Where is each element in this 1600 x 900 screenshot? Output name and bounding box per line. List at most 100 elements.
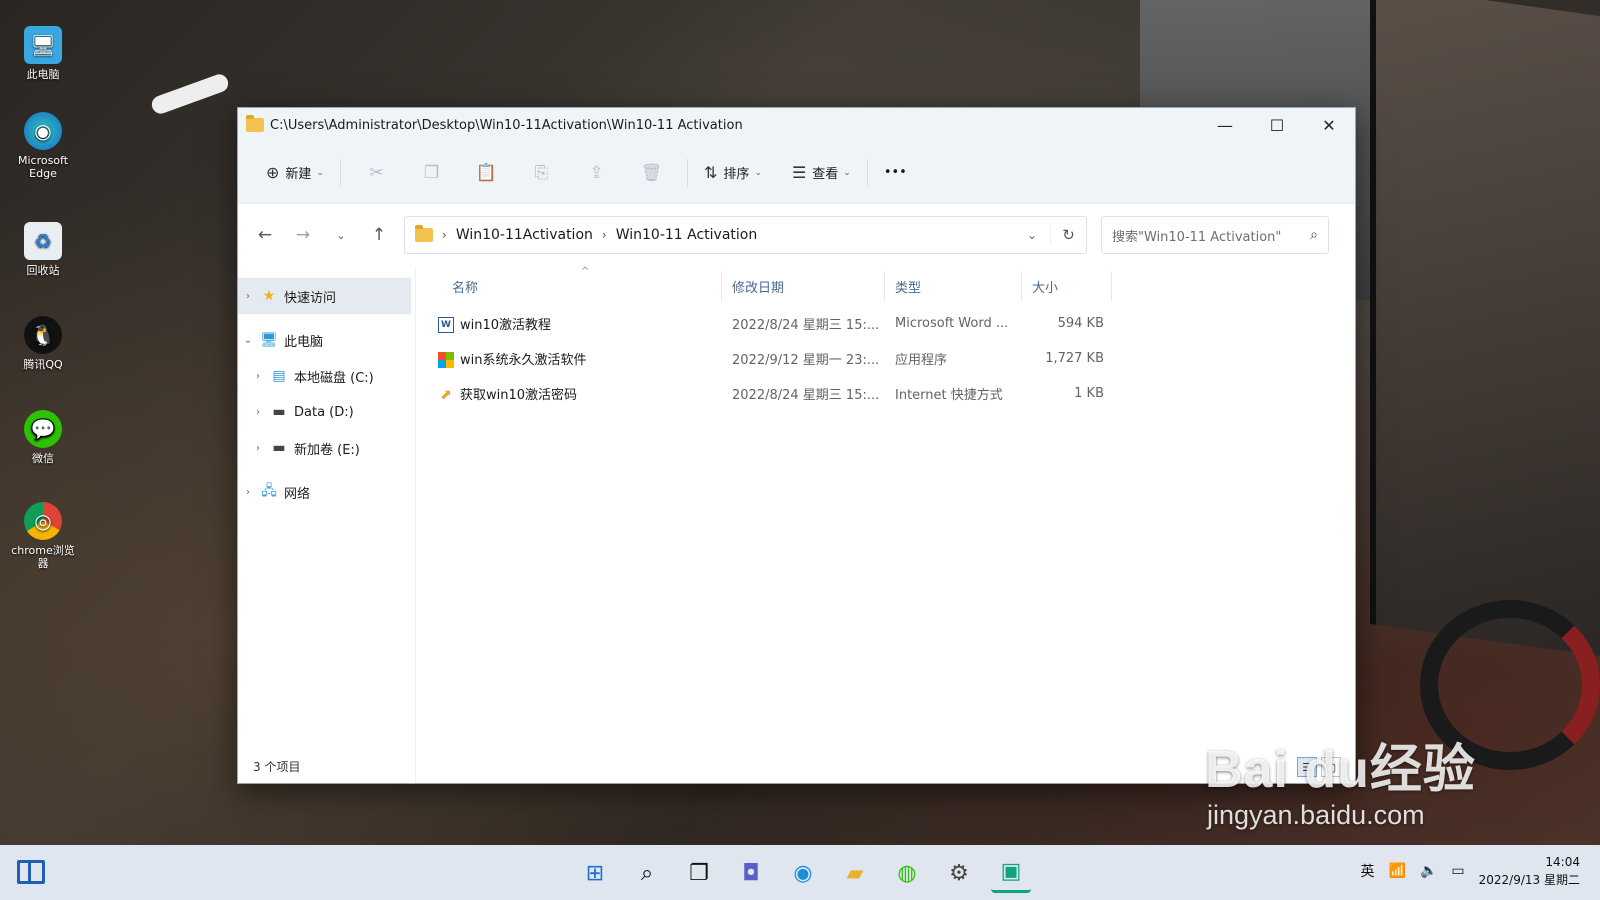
arrow-left-icon: ← xyxy=(257,225,273,245)
desktop-icon-chrome[interactable]: ◎ chrome浏览器 xyxy=(10,502,76,570)
sort-button[interactable]: ⇅ 排序 ⌄ xyxy=(696,156,770,190)
desktop-icon-wechat[interactable]: 💬 微信 xyxy=(10,410,76,465)
tree-item-drive-e[interactable]: › ▬ 新加卷 (E:) xyxy=(238,430,415,466)
column-header-row: ^ 名称 修改日期 类型 大小 xyxy=(416,266,1355,306)
column-header-name[interactable]: 名称 xyxy=(416,271,722,301)
chat-icon[interactable]: ◘ xyxy=(731,853,771,893)
desktop-icon-label: 此电脑 xyxy=(26,68,60,81)
view-label: 查看 xyxy=(812,167,839,182)
file-row[interactable]: ⬈ 获取win10激活密码 2022/8/24 星期三 15:... Intern… xyxy=(416,376,1355,411)
content-area: › ★ 快速访问 ⌄ 🖥 此电脑 › ▤ 本地磁盘 (C:) › ▬ Data … xyxy=(238,266,1355,783)
photos-icon[interactable]: ▣ xyxy=(991,853,1031,893)
new-button[interactable]: ⊕ 新建 ⌄ xyxy=(258,156,332,190)
navigation-bar: ← → ⌄ ↑ › Win10-11Activation › Win10-11 … xyxy=(238,204,1355,266)
file-name-cell: win系统永久激活软件 xyxy=(416,349,722,369)
chevron-down-icon: ⌄ xyxy=(754,167,762,178)
tree-item-label: 新加卷 (E:) xyxy=(294,442,360,458)
column-header-size[interactable]: 大小 xyxy=(1022,271,1112,301)
wifi-icon[interactable]: 📶 xyxy=(1389,863,1406,879)
search-box[interactable]: 搜索"Win10-11 Activation" ⌕ xyxy=(1101,216,1329,254)
settings-icon[interactable]: ⚙ xyxy=(939,853,979,893)
plus-circle-icon: ⊕ xyxy=(266,163,280,182)
command-bar: ⊕ 新建 ⌄ ✂ ❐ 📋 ⎘ ⇪ 🗑 ⇅ 排序 ⌄ ☰ 查看 ⌄ ••• xyxy=(238,142,1355,204)
drive-icon: ▬ xyxy=(272,440,286,456)
tree-item-quick-access[interactable]: › ★ 快速访问 xyxy=(238,278,411,314)
volume-icon[interactable]: 🔈 xyxy=(1420,863,1437,879)
delete-button[interactable]: 🗑 xyxy=(624,163,679,183)
chevron-right-icon: › xyxy=(256,442,260,454)
widgets-icon[interactable] xyxy=(17,860,45,884)
wechat-icon: 💬 xyxy=(24,410,62,448)
search-placeholder: 搜索"Win10-11 Activation" xyxy=(1112,229,1282,245)
tree-item-label: Data (D:) xyxy=(294,404,354,420)
file-size: 594 KB xyxy=(1057,316,1104,331)
search-icon[interactable]: ⌕ xyxy=(627,853,667,893)
more-icon: ••• xyxy=(883,165,907,180)
tree-item-label: 此电脑 xyxy=(284,334,324,350)
chevron-down-icon: ⌄ xyxy=(843,167,851,178)
file-type: Microsoft Word ... xyxy=(895,316,1009,331)
address-bar[interactable]: › Win10-11Activation › Win10-11 Activati… xyxy=(404,216,1087,254)
maximize-button[interactable]: ☐ xyxy=(1251,108,1303,142)
minimize-button[interactable]: — xyxy=(1199,108,1251,142)
paste-button[interactable]: 📋 xyxy=(459,163,514,183)
file-type: 应用程序 xyxy=(895,353,948,368)
breadcrumb-item[interactable]: Win10-11Activation xyxy=(456,227,593,243)
taskbar: ⊞ ⌕ ❐ ◘ ◉ ▰ ◍ ⚙ ▣ 英 📶 🔈 ▭ 14:04 2022/9/1… xyxy=(0,845,1600,900)
rename-icon: ⎘ xyxy=(534,162,549,183)
chrome-icon: ◎ xyxy=(24,502,62,540)
file-size: 1 KB xyxy=(1074,386,1104,401)
close-button[interactable]: ✕ xyxy=(1303,108,1355,142)
file-explorer-icon[interactable]: ▰ xyxy=(835,853,875,893)
recycle-bin-icon: ♻ xyxy=(24,222,62,260)
more-options-button[interactable]: ••• xyxy=(876,156,915,190)
tree-item-this-pc[interactable]: ⌄ 🖥 此电脑 xyxy=(238,322,415,358)
view-button[interactable]: ☰ 查看 ⌄ xyxy=(784,156,859,190)
arrow-up-icon: ↑ xyxy=(371,225,387,245)
file-list: ^ 名称 修改日期 类型 大小 Wwin10激活教程 2022/8/24 星期三… xyxy=(416,266,1355,783)
ime-indicator[interactable]: 英 xyxy=(1361,861,1375,881)
desktop-icon-label: 回收站 xyxy=(26,264,60,277)
cut-button[interactable]: ✂ xyxy=(349,163,404,183)
file-row[interactable]: Wwin10激活教程 2022/8/24 星期三 15:... Microsof… xyxy=(416,306,1355,341)
application-icon xyxy=(438,352,454,369)
start-icon[interactable]: ⊞ xyxy=(575,853,615,893)
wechat-icon[interactable]: ◍ xyxy=(887,853,927,893)
taskbar-apps: ⊞ ⌕ ❐ ◘ ◉ ▰ ◍ ⚙ ▣ xyxy=(575,853,1031,893)
share-button[interactable]: ⇪ xyxy=(569,163,624,183)
title-bar[interactable]: C:\Users\Administrator\Desktop\Win10-11A… xyxy=(238,108,1355,142)
tree-item-network[interactable]: › 🖧 网络 xyxy=(238,474,415,510)
list-view-icon: ☰ xyxy=(791,163,807,182)
desktop-icon-this-pc[interactable]: 🖥 此电脑 xyxy=(10,26,76,81)
rename-button[interactable]: ⎘ xyxy=(514,163,569,183)
back-button[interactable]: ← xyxy=(246,225,284,245)
battery-icon[interactable]: ▭ xyxy=(1451,863,1464,879)
recent-locations-button[interactable]: ⌄ xyxy=(322,229,360,242)
folder-icon xyxy=(415,225,433,242)
task-view-icon[interactable]: ❐ xyxy=(679,853,719,893)
watermark-brand: Bai du经验 xyxy=(1205,741,1476,799)
watermark-url: jingyan.baidu.com xyxy=(1207,800,1425,830)
file-row[interactable]: win系统永久激活软件 2022/9/12 星期一 23:... 应用程序 1,… xyxy=(416,341,1355,376)
tree-item-label: 本地磁盘 (C:) xyxy=(294,370,374,386)
refresh-button[interactable]: ↻ xyxy=(1050,226,1086,244)
desktop-icon-edge[interactable]: ◉ Microsoft Edge xyxy=(10,112,76,180)
column-header-type[interactable]: 类型 xyxy=(885,271,1022,301)
tree-item-drive-d[interactable]: › ▬ Data (D:) xyxy=(238,394,415,430)
forward-button[interactable]: → xyxy=(284,225,322,245)
breadcrumb-item[interactable]: Win10-11 Activation xyxy=(616,227,758,243)
clock[interactable]: 14:04 2022/9/13 星期二 xyxy=(1479,853,1580,889)
clipboard-icon: 📋 xyxy=(475,162,498,183)
copy-button[interactable]: ❐ xyxy=(404,163,459,183)
desktop-icon-qq[interactable]: 🐧 腾讯QQ xyxy=(10,316,76,371)
column-header-date[interactable]: 修改日期 xyxy=(722,271,885,301)
chevron-right-icon: › xyxy=(246,486,250,498)
desktop-icon-recycle-bin[interactable]: ♻ 回收站 xyxy=(10,222,76,277)
edge-icon[interactable]: ◉ xyxy=(783,853,823,893)
up-button[interactable]: ↑ xyxy=(360,225,398,245)
address-dropdown-button[interactable]: ⌄ xyxy=(1014,228,1050,242)
file-date: 2022/8/24 星期三 15:... xyxy=(732,318,880,333)
baidu-watermark: Bai du经验 jingyan.baidu.com xyxy=(1205,740,1476,830)
tree-item-drive-c[interactable]: › ▤ 本地磁盘 (C:) xyxy=(238,358,415,394)
